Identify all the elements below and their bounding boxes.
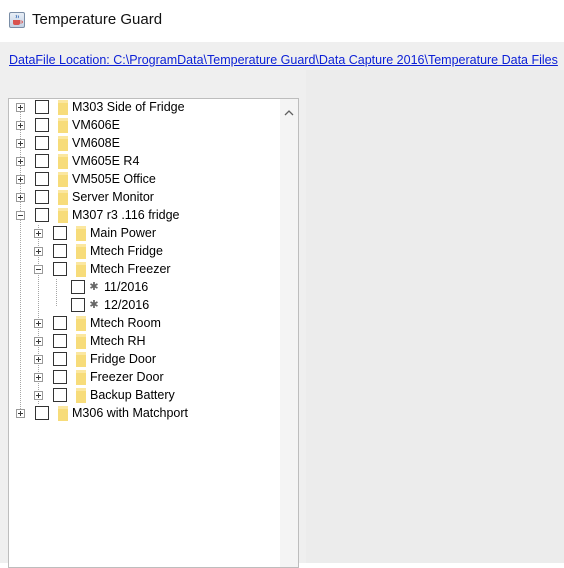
folder-icon bbox=[58, 100, 68, 115]
expand-icon[interactable] bbox=[16, 193, 25, 202]
folder-icon bbox=[76, 262, 86, 277]
tree-item-mtech-rh[interactable]: Mtech RH bbox=[9, 333, 269, 351]
folder-icon bbox=[58, 208, 68, 223]
folder-icon bbox=[76, 226, 86, 241]
tree-item-vm606e[interactable]: VM606E bbox=[9, 117, 269, 135]
folder-icon bbox=[58, 406, 68, 421]
tree-item-label: Backup Battery bbox=[90, 388, 175, 402]
tree-item-label: VM605E R4 bbox=[72, 154, 140, 168]
tree-item-label: VM505E Office bbox=[72, 172, 156, 186]
folder-icon bbox=[58, 190, 68, 205]
leaf-dot-icon: ✱ bbox=[89, 298, 99, 311]
tree-item-checkbox[interactable] bbox=[53, 352, 67, 366]
tree-item-mtech-freezer[interactable]: Mtech Freezer bbox=[9, 261, 269, 279]
tree-item-checkbox[interactable] bbox=[35, 190, 49, 204]
expand-icon[interactable] bbox=[34, 229, 43, 238]
expand-icon[interactable] bbox=[34, 355, 43, 364]
tree-item-checkbox[interactable] bbox=[53, 316, 67, 330]
tree-item-server-monitor[interactable]: Server Monitor bbox=[9, 189, 269, 207]
tree-item-checkbox[interactable] bbox=[71, 280, 85, 294]
scroll-up-icon[interactable] bbox=[284, 109, 294, 117]
tree-item-checkbox[interactable] bbox=[35, 136, 49, 150]
tree-item-vm608e[interactable]: VM608E bbox=[9, 135, 269, 153]
tree-item-m306[interactable]: M306 with Matchport bbox=[9, 405, 269, 423]
tree-item-label: Mtech Freezer bbox=[90, 262, 171, 276]
tree-item-label: VM608E bbox=[72, 136, 120, 150]
tree-item-label: 11/2016 bbox=[104, 280, 149, 294]
tree-item-mtech-fridge[interactable]: Mtech Fridge bbox=[9, 243, 269, 261]
java-cup-icon bbox=[9, 12, 25, 28]
folder-icon bbox=[76, 316, 86, 331]
collapse-icon[interactable] bbox=[16, 211, 25, 220]
tree-item-checkbox[interactable] bbox=[53, 370, 67, 384]
tree-item-mtech-room[interactable]: Mtech Room bbox=[9, 315, 269, 333]
tree-item-11-2016[interactable]: ✱ 11/2016 bbox=[9, 279, 269, 297]
tree-item-label: M303 Side of Fridge bbox=[72, 100, 185, 114]
expand-icon[interactable] bbox=[34, 373, 43, 382]
detail-panel bbox=[306, 70, 564, 563]
expand-icon[interactable] bbox=[34, 247, 43, 256]
main-content: DataFile Location: C:\ProgramData\Temper… bbox=[0, 42, 564, 568]
tree-item-checkbox[interactable] bbox=[35, 154, 49, 168]
tree-item-m303[interactable]: M303 Side of Fridge bbox=[9, 99, 269, 117]
tree-item-checkbox[interactable] bbox=[53, 262, 67, 276]
tree-item-checkbox[interactable] bbox=[35, 208, 49, 222]
tree-item-label: Mtech Fridge bbox=[90, 244, 163, 258]
tree-item-m307[interactable]: M307 r3 .116 fridge bbox=[9, 207, 269, 225]
tree-item-checkbox[interactable] bbox=[71, 298, 85, 312]
tree-item-checkbox[interactable] bbox=[53, 334, 67, 348]
tree-item-checkbox[interactable] bbox=[35, 118, 49, 132]
tree-item-label: Freezer Door bbox=[90, 370, 164, 384]
tree-item-label: Mtech RH bbox=[90, 334, 146, 348]
expand-icon[interactable] bbox=[16, 409, 25, 418]
tree-item-backup-battery[interactable]: Backup Battery bbox=[9, 387, 269, 405]
expand-icon[interactable] bbox=[34, 391, 43, 400]
tree-item-vm605e-r4[interactable]: VM605E R4 bbox=[9, 153, 269, 171]
folder-icon bbox=[76, 388, 86, 403]
tree-item-checkbox[interactable] bbox=[35, 172, 49, 186]
folder-icon bbox=[76, 244, 86, 259]
expand-icon[interactable] bbox=[16, 139, 25, 148]
datafile-location-link[interactable]: DataFile Location: C:\ProgramData\Temper… bbox=[9, 53, 558, 67]
tree-item-label: Mtech Room bbox=[90, 316, 161, 330]
expand-icon[interactable] bbox=[16, 175, 25, 184]
tree-scrollbar[interactable] bbox=[280, 99, 298, 567]
tree-item-label: VM606E bbox=[72, 118, 120, 132]
leaf-dot-icon: ✱ bbox=[89, 280, 99, 293]
folder-icon bbox=[58, 172, 68, 187]
expand-icon[interactable] bbox=[16, 121, 25, 130]
tree-item-checkbox[interactable] bbox=[53, 388, 67, 402]
collapse-icon[interactable] bbox=[34, 265, 43, 274]
tree-item-label: 12/2016 bbox=[104, 298, 150, 312]
sensor-tree[interactable]: M303 Side of Fridge VM606E VM608E VM605E… bbox=[8, 98, 299, 568]
expand-icon[interactable] bbox=[16, 157, 25, 166]
window-title: Temperature Guard bbox=[32, 11, 163, 28]
tree-item-fridge-door[interactable]: Fridge Door bbox=[9, 351, 269, 369]
tree-item-checkbox[interactable] bbox=[53, 244, 67, 258]
tree-item-main-power[interactable]: Main Power bbox=[9, 225, 269, 243]
title-bar: Temperature Guard bbox=[0, 0, 564, 42]
expand-icon[interactable] bbox=[34, 319, 43, 328]
folder-icon bbox=[58, 154, 68, 169]
folder-icon bbox=[76, 334, 86, 349]
folder-icon bbox=[58, 118, 68, 133]
tree-item-checkbox[interactable] bbox=[35, 100, 49, 114]
tree-item-label: M306 with Matchport bbox=[72, 406, 189, 420]
folder-icon bbox=[76, 370, 86, 385]
tree-item-label: Fridge Door bbox=[90, 352, 156, 366]
tree-item-checkbox[interactable] bbox=[53, 226, 67, 240]
tree-item-label: M307 r3 .116 fridge bbox=[72, 208, 180, 222]
folder-icon bbox=[58, 136, 68, 151]
folder-icon bbox=[76, 352, 86, 367]
expand-icon[interactable] bbox=[16, 103, 25, 112]
tree-item-vm505e-office[interactable]: VM505E Office bbox=[9, 171, 269, 189]
tree-item-label: Main Power bbox=[90, 226, 156, 240]
tree-item-12-2016[interactable]: ✱ 12/2016 bbox=[9, 297, 269, 315]
tree-item-freezer-door[interactable]: Freezer Door bbox=[9, 369, 269, 387]
tree-item-label: Server Monitor bbox=[72, 190, 154, 204]
tree-item-checkbox[interactable] bbox=[35, 406, 49, 420]
expand-icon[interactable] bbox=[34, 337, 43, 346]
